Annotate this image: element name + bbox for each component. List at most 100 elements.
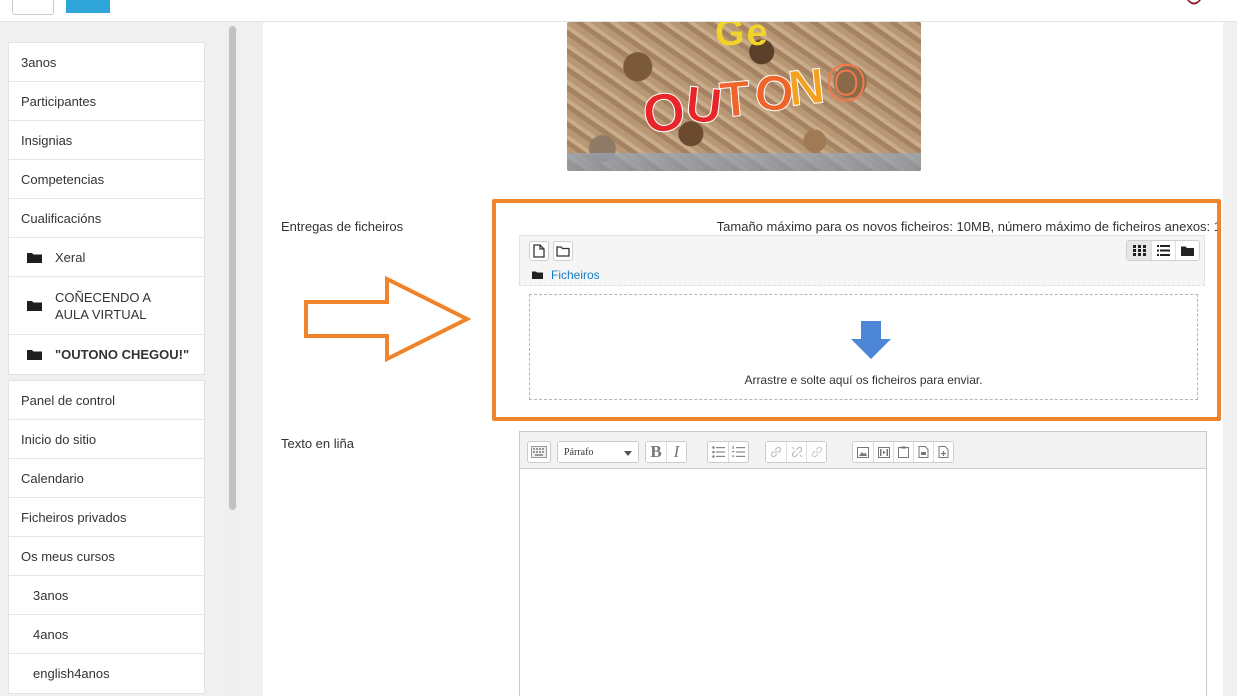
file-manager: Ficheiros Arrastre e solte aquí os fiche… <box>519 235 1207 410</box>
list-group <box>707 441 749 463</box>
files-label: Entregas de ficheiros <box>281 219 404 234</box>
sidebar-item-label: Xeral <box>55 249 86 265</box>
file-limits-text: Tamaño máximo para os novos ficheiros: 1… <box>716 219 1221 234</box>
view-mode-toggle <box>1126 240 1200 261</box>
folder-icon <box>27 350 42 360</box>
sidebar-item-competencias[interactable]: Competencias <box>9 160 204 199</box>
italic-icon: I <box>673 442 680 461</box>
paragraph-format-select[interactable]: Párrafo <box>557 441 639 463</box>
view-list-button[interactable] <box>1151 241 1175 260</box>
top-button-left[interactable] <box>12 0 54 15</box>
view-tree-button[interactable] <box>1175 241 1199 260</box>
path-link-ficheiros[interactable]: Ficheiros <box>551 268 600 282</box>
toolbar-toggle-button[interactable] <box>527 441 551 463</box>
image-letter: N <box>785 57 828 117</box>
view-icons-button[interactable] <box>1127 241 1151 260</box>
sidebar-item-section-outono[interactable]: "OUTONO CHEGOU!" <box>9 335 204 374</box>
sidebar-item-course-3anos[interactable]: 3anos <box>9 576 204 615</box>
record-video-button[interactable] <box>933 442 953 462</box>
top-bar <box>0 0 1237 22</box>
sidebar-item-insignias[interactable]: Insignias <box>9 121 204 160</box>
sidebar-scrollbar-thumb[interactable] <box>229 26 236 510</box>
top-button-blue[interactable] <box>66 0 110 13</box>
ordered-list-button[interactable] <box>728 442 748 462</box>
italic-button[interactable]: I <box>666 442 686 462</box>
sidebar-item-ficheiros-privados[interactable]: Ficheiros privados <box>9 498 204 537</box>
chevron-down-icon <box>624 451 632 456</box>
sidebar-item-label: COÑECENDO A AULA VIRTUAL <box>55 289 151 322</box>
main-content: Ge O U T O N O Entregas de ficheiros Tam… <box>263 22 1223 696</box>
file-icon <box>533 244 545 258</box>
insert-link-button[interactable] <box>766 442 786 462</box>
unlink-button[interactable] <box>786 442 806 462</box>
annotation-arrow-icon <box>304 276 471 362</box>
sidebar-item-cualificacions[interactable]: Cualificacións <box>9 199 204 238</box>
sidebar-item-label: Insignias <box>21 132 73 148</box>
sidebar-item-label: Os meus cursos <box>21 548 115 564</box>
sidebar-item-label: Inicio do sitio <box>21 431 97 447</box>
insert-image-button[interactable] <box>853 442 873 462</box>
list-icon <box>1157 245 1170 256</box>
sidebar-item-section-xeral[interactable]: Xeral <box>9 238 204 277</box>
file-dropzone[interactable]: Arrastre e solte aquí os ficheiros para … <box>529 294 1198 400</box>
create-folder-button[interactable] <box>553 241 573 261</box>
folder-icon <box>27 252 42 263</box>
sidebar-item-label: Cualificacións <box>21 210 102 226</box>
logo-icon <box>1187 0 1201 5</box>
link-icon <box>811 446 822 458</box>
folder-icon <box>1181 246 1194 256</box>
sidebar-item-course-4anos[interactable]: 4anos <box>9 615 204 654</box>
sidebar-item-label: Competencias <box>21 171 105 187</box>
sidebar-item-participantes[interactable]: Participantes <box>9 82 204 121</box>
link-group <box>765 441 827 463</box>
add-file-button[interactable] <box>529 241 549 261</box>
upload-arrow-icon <box>851 321 891 359</box>
bold-button[interactable]: B <box>646 442 666 462</box>
sidebar-item-label: "OUTONO CHEGOU!" <box>55 347 190 362</box>
anchor-button[interactable] <box>806 442 826 462</box>
sidebar-item-label: 4anos <box>33 626 69 642</box>
site-nav-block: Panel de control Inicio do sitio Calenda… <box>8 380 205 694</box>
folder-icon <box>27 301 42 311</box>
sidebar-item-meus-cursos[interactable]: Os meus cursos <box>9 537 204 576</box>
sidebar-item-3anos[interactable]: 3anos <box>9 43 204 82</box>
document-plus-icon <box>938 446 949 458</box>
unordered-list-button[interactable] <box>708 442 728 462</box>
sidebar-item-inicio[interactable]: Inicio do sitio <box>9 420 204 459</box>
image-letter: O <box>826 55 867 111</box>
document-icon <box>918 446 929 458</box>
sidebar-item-label: Panel de control <box>21 392 115 408</box>
record-audio-button[interactable] <box>913 442 933 462</box>
image-letter: O <box>639 80 690 146</box>
sidebar-item-course-english4anos[interactable]: english4anos <box>9 654 204 693</box>
dropzone-text: Arrastre e solte aquí os ficheiros para … <box>744 373 983 387</box>
sidebar: 3anos Participantes Insignias Competenci… <box>0 22 222 696</box>
sidebar-item-section-conecendo[interactable]: COÑECENDO A AULA VIRTUAL <box>9 277 204 335</box>
sidebar-item-label: Ficheiros privados <box>21 509 127 525</box>
sidebar-item-label: Participantes <box>21 93 97 109</box>
course-image: Ge O U T O N O <box>567 22 921 171</box>
folder-icon <box>532 271 543 279</box>
sidebar-item-calendario[interactable]: Calendario <box>9 459 204 498</box>
editor-content-area[interactable] <box>520 470 1206 696</box>
file-manager-toolbar <box>519 235 1205 264</box>
bold-icon: B <box>650 442 662 461</box>
text-style-group: B I <box>645 441 687 463</box>
sidebar-item-label: english4anos <box>33 666 110 681</box>
film-icon <box>877 446 890 458</box>
sidebar-item-label: Calendario <box>21 470 84 486</box>
insert-media-group <box>852 441 954 463</box>
image-text-top: Ge <box>715 22 770 54</box>
text-editor: Párrafo B I <box>519 431 1207 696</box>
image-letter: T <box>717 69 753 129</box>
file-path-bar: Ficheiros <box>519 264 1205 286</box>
sidebar-item-panel[interactable]: Panel de control <box>9 381 204 420</box>
image-bottom-band <box>567 153 921 171</box>
ordered-list-icon <box>732 446 745 457</box>
manage-files-button[interactable] <box>893 442 913 462</box>
sidebar-item-label: 3anos <box>33 587 69 603</box>
clipboard-icon <box>898 446 909 458</box>
insert-media-button[interactable] <box>873 442 893 462</box>
course-nav-block: 3anos Participantes Insignias Competenci… <box>8 42 205 375</box>
image-icon <box>857 446 869 458</box>
